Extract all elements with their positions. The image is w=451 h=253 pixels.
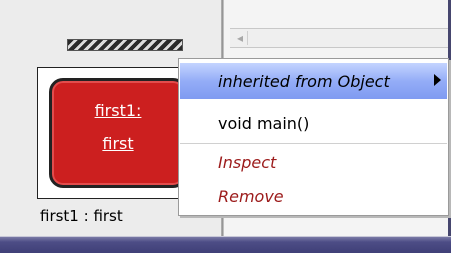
scroll-left-arrow-icon[interactable]: ◂ [233,31,248,45]
object-instance-name: first1: [94,101,142,120]
object-context-menu: inherited from Object void main() Inspec… [178,58,449,216]
menu-item-label: Inspect [218,153,277,172]
horizontal-scrollbar[interactable]: ◂ [230,28,448,48]
object-instance-box[interactable]: first1: first [37,67,193,199]
submenu-arrow-icon [434,74,441,86]
window-border-bottom [0,236,451,253]
object-instance-card[interactable]: first1: first [49,78,187,188]
menu-item-label: inherited from Object [218,72,390,91]
menu-item-inspect[interactable]: Inspect [180,144,447,180]
menu-item-label: Remove [218,187,284,206]
menu-item-remove[interactable]: Remove [180,178,447,214]
menu-item-void-main[interactable]: void main() [180,105,447,141]
object-caption: first1 : first [40,207,123,225]
inheritance-hatch-bar [67,39,183,51]
object-class-name: first [102,134,134,153]
menu-item-inherited-from-object[interactable]: inherited from Object [180,63,447,99]
menu-item-label: void main() [218,114,310,133]
